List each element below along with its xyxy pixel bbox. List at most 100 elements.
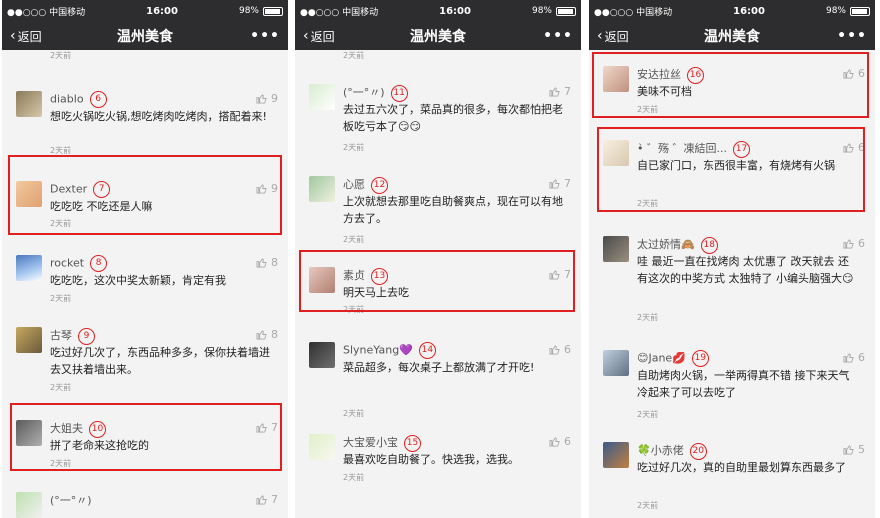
- highlight-box: [299, 250, 575, 312]
- like-button[interactable]: 7: [256, 493, 278, 506]
- comment-author: diablo 6: [50, 91, 107, 108]
- like-button[interactable]: 6: [843, 67, 865, 80]
- avatar[interactable]: [16, 327, 42, 353]
- nav-bar: ‹ 返回 温州美食 •••: [2, 22, 288, 50]
- comment-date: 2天前: [637, 199, 659, 208]
- avatar[interactable]: [309, 342, 335, 368]
- like-button[interactable]: 6: [549, 435, 571, 448]
- like-button[interactable]: 6: [843, 237, 865, 250]
- comment-author: 素贞 13: [343, 267, 388, 285]
- battery-icon: [556, 6, 576, 16]
- back-button[interactable]: ‹ 返回: [303, 28, 335, 45]
- comment-author: 古琴 9: [50, 327, 95, 345]
- comment-date: 2天前: [343, 143, 365, 152]
- phone-screen-3: ●●○○○ 中国移动 16:00 98% ‹ 返回 温州美食 ••• 安达拉丝 1…: [589, 0, 875, 518]
- comment-date: 2天前: [637, 313, 659, 322]
- avatar[interactable]: [603, 140, 629, 166]
- chevron-left-icon: ‹: [303, 28, 309, 44]
- avatar[interactable]: [309, 176, 335, 202]
- like-count: 5: [858, 443, 865, 456]
- like-button[interactable]: 7: [256, 421, 278, 434]
- avatar[interactable]: [16, 492, 42, 518]
- clock: 16:00: [439, 5, 471, 17]
- battery-icon: [850, 6, 870, 16]
- thumbs-up-icon: [549, 179, 560, 189]
- avatar[interactable]: [309, 267, 335, 293]
- like-button[interactable]: 7: [549, 85, 571, 98]
- chevron-left-icon: ‹: [10, 28, 16, 44]
- annotation-number: 9: [78, 327, 95, 345]
- thumbs-up-icon: [256, 258, 267, 268]
- thumbs-up-icon: [843, 445, 854, 455]
- carrier-label: ●●○○○ 中国移动: [7, 7, 86, 18]
- comment-author: SlyneYang💜 14: [343, 342, 436, 359]
- thumbs-up-icon: [843, 353, 854, 363]
- comment-text: 上次就想去那里吃自助餐爽点，现在可以有地方去了。: [343, 195, 563, 225]
- comment-author: rocket 8: [50, 255, 108, 272]
- avatar[interactable]: [603, 350, 629, 376]
- like-button[interactable]: 6: [549, 343, 571, 356]
- like-button[interactable]: 6: [843, 351, 865, 364]
- avatar[interactable]: [16, 255, 42, 281]
- back-label: 返回: [604, 29, 629, 44]
- like-button[interactable]: 9: [256, 92, 278, 105]
- avatar[interactable]: [16, 91, 42, 117]
- thumbs-up-icon: [843, 69, 854, 79]
- comment-text: 拼了老命来这抢吃的: [50, 439, 149, 452]
- comment-text: 美味不可档: [637, 85, 692, 98]
- page-title: 温州美食: [410, 29, 466, 45]
- annotation-number: 13: [371, 267, 388, 285]
- phone-screen-2: ●●○○○ 中国移动 16:00 98% ‹ 返回 温州美食 ••• 2天前 (…: [295, 0, 581, 518]
- thumbs-up-icon: [549, 270, 560, 280]
- comment-text: 吃吃吃 不吃还是人嘛: [50, 200, 153, 213]
- thumbs-up-icon: [549, 345, 560, 355]
- battery-percent: 98%: [531, 6, 552, 16]
- back-button[interactable]: ‹ 返回: [597, 28, 629, 45]
- like-count: 9: [271, 182, 278, 195]
- battery-percent: 98%: [238, 6, 259, 16]
- avatar[interactable]: [16, 181, 42, 207]
- comment-date: 2天前: [50, 459, 72, 468]
- page-title: 温州美食: [117, 29, 173, 45]
- like-button[interactable]: 8: [256, 256, 278, 269]
- like-button[interactable]: 7: [549, 177, 571, 190]
- more-menu-button[interactable]: •••: [250, 28, 280, 44]
- status-bar: ●●○○○ 中国移动 16:00 98%: [589, 0, 875, 22]
- more-menu-button[interactable]: •••: [543, 28, 573, 44]
- avatar[interactable]: [603, 442, 629, 468]
- comment-author: 😊Jane💋 19: [637, 350, 709, 367]
- comment-text: 明天马上去吃: [343, 286, 409, 299]
- like-count: 8: [271, 328, 278, 341]
- comment-author: 心愿 12: [343, 176, 388, 194]
- avatar[interactable]: [309, 84, 335, 110]
- comment-author: 大宝爱小宝 15: [343, 434, 421, 452]
- more-menu-button[interactable]: •••: [837, 28, 867, 44]
- carrier-label: ●●○○○ 中国移动: [594, 7, 673, 18]
- avatar[interactable]: [16, 420, 42, 446]
- avatar[interactable]: [603, 236, 629, 262]
- avatar[interactable]: [603, 66, 629, 92]
- like-button[interactable]: 6: [843, 141, 865, 154]
- annotation-number: 18: [700, 236, 718, 254]
- nav-bar: ‹ 返回 温州美食 •••: [589, 22, 875, 50]
- like-button[interactable]: 5: [843, 443, 865, 456]
- page-title: 温州美食: [704, 29, 760, 45]
- like-count: 7: [271, 421, 278, 434]
- like-count: 7: [564, 177, 571, 190]
- like-button[interactable]: 8: [256, 328, 278, 341]
- carrier-label: ●●○○○ 中国移动: [300, 7, 379, 18]
- thumbs-up-icon: [256, 423, 267, 433]
- back-button[interactable]: ‹ 返回: [10, 28, 42, 45]
- like-button[interactable]: 7: [549, 268, 571, 281]
- like-button[interactable]: 9: [256, 182, 278, 195]
- comment-date: 2天前: [343, 473, 365, 482]
- comment-text: 去过五六次了，菜品真的很多，每次都怕把老板吃亏本了😏😏: [343, 103, 563, 133]
- comment-author: (°一°〃) 11: [343, 84, 408, 102]
- comment-text: 菜品超多，每次桌子上都放满了才开吃!: [343, 361, 535, 374]
- like-count: 6: [858, 237, 865, 250]
- avatar[interactable]: [309, 434, 335, 460]
- annotation-number: 10: [89, 420, 106, 438]
- annotation-number: 12: [371, 176, 388, 194]
- like-count: 7: [564, 268, 571, 281]
- thumbs-up-icon: [256, 184, 267, 194]
